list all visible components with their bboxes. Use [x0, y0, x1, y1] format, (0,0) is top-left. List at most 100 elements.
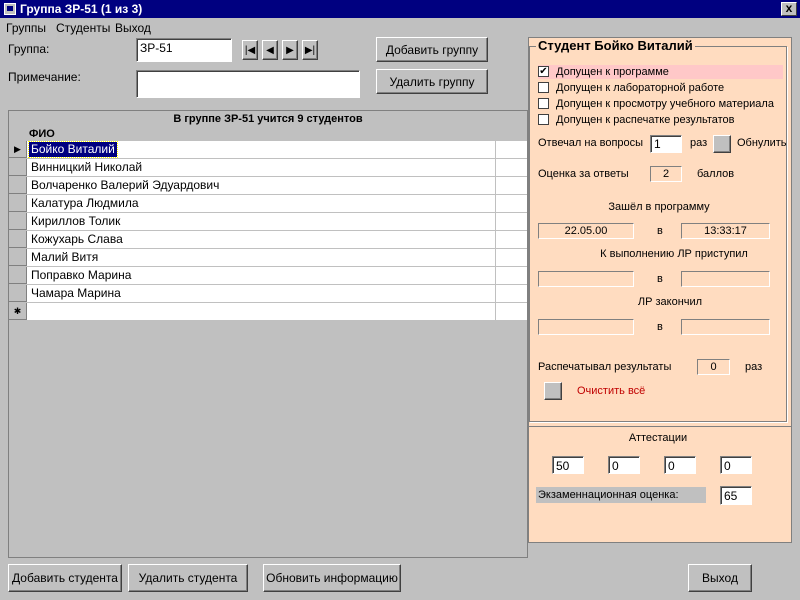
- row-selector[interactable]: [9, 231, 27, 248]
- check-program-label: Допущен к программе: [556, 66, 669, 78]
- add-student-button[interactable]: Добавить студента: [8, 564, 122, 592]
- student-panel: Студент Бойко Виталий ✔ Допущен к програ…: [528, 37, 792, 543]
- group-label: Группа:: [8, 42, 50, 56]
- menu-groups[interactable]: Группы: [6, 21, 46, 35]
- attestation-field-3[interactable]: 0: [664, 456, 696, 474]
- refresh-button[interactable]: Обновить информацию: [263, 564, 401, 592]
- answered-field[interactable]: 1: [650, 135, 682, 153]
- row-selector[interactable]: [9, 213, 27, 230]
- lab-started-at: в: [657, 273, 663, 285]
- row-selector[interactable]: [9, 267, 27, 284]
- check-lab-label: Допущен к лабораторной работе: [556, 82, 725, 94]
- checkbox-program[interactable]: ✔: [538, 66, 549, 77]
- table-row[interactable]: Чамара Марина: [9, 285, 527, 303]
- nav-last-button[interactable]: ▶|: [302, 40, 318, 60]
- attestation-field-4[interactable]: 0: [720, 456, 752, 474]
- clear-all-label: Очистить всё: [577, 385, 646, 397]
- group-field[interactable]: ЗР-51: [136, 38, 232, 62]
- note-label: Примечание:: [8, 70, 81, 84]
- attestation-field-1[interactable]: 50: [552, 456, 584, 474]
- student-name[interactable]: Волчаренко Валерий Эдуардович: [29, 178, 221, 193]
- close-button[interactable]: x: [781, 2, 797, 16]
- lab-finished-date: [538, 319, 634, 335]
- students-grid: В группе ЗР-51 учится 9 студентов ФИО ▶ …: [8, 110, 528, 558]
- current-row-marker: ▶: [9, 141, 27, 158]
- check-program[interactable]: ✔ Допущен к программе: [538, 65, 783, 79]
- student-name[interactable]: Кириллов Толик: [29, 214, 122, 229]
- menu-exit[interactable]: Выход: [115, 21, 151, 35]
- menu-bar: Группы Студенты Выход: [0, 18, 800, 37]
- exam-label: Экзаменнационная оценка:: [536, 487, 706, 503]
- row-selector[interactable]: [9, 249, 27, 266]
- new-row[interactable]: ✱: [9, 303, 527, 321]
- window-title: Группа ЗР-51 (1 из 3): [20, 2, 143, 16]
- entered-label: Зашёл в программу: [608, 201, 710, 213]
- printed-value: 0: [697, 359, 730, 375]
- table-row[interactable]: Винницкий Николай: [9, 159, 527, 177]
- app-icon: [4, 3, 16, 15]
- delete-group-button[interactable]: Удалить группу: [376, 69, 488, 94]
- menu-students[interactable]: Студенты: [56, 21, 110, 35]
- student-name[interactable]: Чамара Марина: [29, 286, 123, 301]
- lab-started-label: К выполнению ЛР приступил: [600, 248, 748, 260]
- table-row[interactable]: Кириллов Толик: [9, 213, 527, 231]
- student-name[interactable]: Калатура Людмила: [29, 196, 141, 211]
- printed-unit: раз: [745, 361, 763, 373]
- clear-all-button[interactable]: [544, 382, 562, 400]
- grid-header: ФИО: [9, 127, 527, 142]
- answered-unit: раз: [690, 137, 708, 149]
- table-row[interactable]: Калатура Людмила: [9, 195, 527, 213]
- lab-finished-at: в: [657, 321, 663, 333]
- student-name[interactable]: Винницкий Николай: [29, 160, 144, 175]
- nav-next-button[interactable]: ▶: [282, 40, 298, 60]
- student-name[interactable]: Поправко Марина: [29, 268, 133, 283]
- table-row[interactable]: Кожухарь Слава: [9, 231, 527, 249]
- exit-button[interactable]: Выход: [688, 564, 752, 592]
- score-label: Оценка за ответы: [538, 168, 629, 180]
- delete-student-button[interactable]: Удалить студента: [128, 564, 248, 592]
- new-row-marker: ✱: [9, 303, 27, 320]
- exam-field[interactable]: 65: [720, 486, 752, 505]
- answered-label: Отвечал на вопросы: [538, 137, 644, 149]
- reset-label: Обнулить: [737, 137, 787, 149]
- reset-button[interactable]: [713, 135, 731, 153]
- attestations-label: Аттестации: [628, 432, 688, 444]
- score-unit: баллов: [697, 168, 735, 180]
- lab-started-time: [681, 271, 770, 287]
- student-name[interactable]: Бойко Виталий: [28, 141, 118, 158]
- table-row[interactable]: Волчаренко Валерий Эдуардович: [9, 177, 527, 195]
- entered-date: 22.05.00: [538, 223, 634, 239]
- lab-started-date: [538, 271, 634, 287]
- check-print-label: Допущен к распечатке результатов: [556, 114, 735, 126]
- nav-prev-button[interactable]: ◀: [262, 40, 278, 60]
- column-header-fio[interactable]: ФИО: [29, 127, 55, 141]
- attestation-field-2[interactable]: 0: [608, 456, 640, 474]
- student-legend: Студент Бойко Виталий: [536, 38, 695, 53]
- panel-separator: [529, 426, 791, 427]
- row-selector[interactable]: [9, 195, 27, 212]
- student-name[interactable]: Малий Витя: [29, 250, 100, 265]
- add-group-button[interactable]: Добавить группу: [376, 37, 488, 62]
- row-selector[interactable]: [9, 285, 27, 302]
- lab-finished-label: ЛР закончил: [637, 296, 703, 308]
- entered-time: 13:33:17: [681, 223, 770, 239]
- note-field[interactable]: [136, 70, 360, 98]
- table-row[interactable]: ▶ Бойко Виталий: [9, 141, 527, 159]
- nav-first-button[interactable]: |◀: [242, 40, 258, 60]
- check-lab[interactable]: Допущен к лабораторной работе: [538, 81, 783, 95]
- table-row[interactable]: Поправко Марина: [9, 267, 527, 285]
- checkbox-materials[interactable]: [538, 98, 549, 109]
- checkbox-print[interactable]: [538, 114, 549, 125]
- row-selector[interactable]: [9, 159, 27, 176]
- student-fieldset: Студент Бойко Виталий ✔ Допущен к програ…: [529, 38, 787, 422]
- score-value: 2: [650, 166, 682, 182]
- checkbox-lab[interactable]: [538, 82, 549, 93]
- check-materials[interactable]: Допущен к просмотру учебного материала: [538, 97, 783, 111]
- grid-caption: В группе ЗР-51 учится 9 студентов: [9, 111, 527, 128]
- check-print[interactable]: Допущен к распечатке результатов: [538, 113, 783, 127]
- lab-finished-time: [681, 319, 770, 335]
- table-row[interactable]: Малий Витя: [9, 249, 527, 267]
- student-name[interactable]: Кожухарь Слава: [29, 232, 125, 247]
- title-bar: Группа ЗР-51 (1 из 3) x: [0, 0, 800, 18]
- row-selector[interactable]: [9, 177, 27, 194]
